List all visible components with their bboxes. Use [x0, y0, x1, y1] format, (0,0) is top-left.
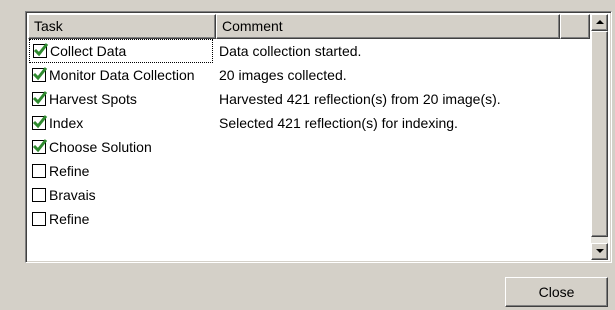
task-list[interactable]: Task Comment Collect Data Data collectio… — [25, 11, 612, 263]
column-header-comment[interactable]: Comment — [216, 14, 560, 39]
checkbox-checked-icon[interactable] — [32, 115, 48, 130]
column-header-empty[interactable] — [560, 14, 590, 39]
task-label: Index — [49, 115, 84, 131]
task-label: Choose Solution — [49, 139, 152, 155]
task-label: Monitor Data Collection — [49, 67, 195, 83]
comment-text: Harvested 421 reflection(s) from 20 imag… — [219, 91, 501, 107]
comment-text: Data collection started. — [219, 43, 362, 59]
list-header: Task Comment — [28, 14, 609, 39]
close-button[interactable]: Close — [505, 277, 608, 307]
task-label: Bravais — [49, 187, 96, 203]
column-header-task[interactable]: Task — [28, 14, 216, 39]
task-label: Refine — [49, 163, 90, 179]
comment-text — [216, 135, 219, 159]
comment-text: Selected 421 reflection(s) for indexing. — [219, 115, 458, 131]
comment-text — [216, 183, 219, 207]
scroll-up-button[interactable] — [591, 14, 608, 31]
task-label: Harvest Spots — [49, 91, 137, 107]
checkbox-checked-icon[interactable] — [32, 91, 48, 106]
list-item[interactable]: Harvest Spots Harvested 421 reflection(s… — [28, 87, 590, 111]
list-item[interactable]: Bravais — [28, 183, 590, 207]
scroll-thumb[interactable] — [591, 31, 608, 237]
checkbox-checked-icon[interactable] — [32, 139, 48, 154]
list-item[interactable]: Refine — [28, 207, 590, 231]
checkbox-unchecked-icon[interactable] — [32, 164, 46, 178]
list-item[interactable]: Monitor Data Collection 20 images collec… — [28, 63, 590, 87]
checkbox-checked-icon[interactable] — [32, 67, 48, 82]
arrow-up-icon — [596, 20, 604, 24]
comment-text — [216, 207, 219, 231]
arrow-down-icon — [596, 249, 604, 253]
vertical-scrollbar[interactable] — [591, 14, 608, 260]
comment-text — [216, 159, 219, 183]
scroll-down-button[interactable] — [591, 243, 608, 260]
task-label: Refine — [49, 211, 90, 227]
list-item[interactable]: Choose Solution — [28, 135, 590, 159]
task-rows: Collect Data Data collection started. Mo… — [28, 39, 590, 231]
checkbox-checked-icon[interactable] — [33, 43, 49, 58]
list-item[interactable]: Refine — [28, 159, 590, 183]
checkbox-unchecked-icon[interactable] — [32, 212, 46, 226]
comment-text: 20 images collected. — [219, 67, 347, 83]
checkbox-unchecked-icon[interactable] — [32, 188, 46, 202]
list-item[interactable]: Index Selected 421 reflection(s) for ind… — [28, 111, 590, 135]
task-label: Collect Data — [50, 43, 127, 59]
list-item[interactable]: Collect Data Data collection started. — [28, 39, 590, 63]
